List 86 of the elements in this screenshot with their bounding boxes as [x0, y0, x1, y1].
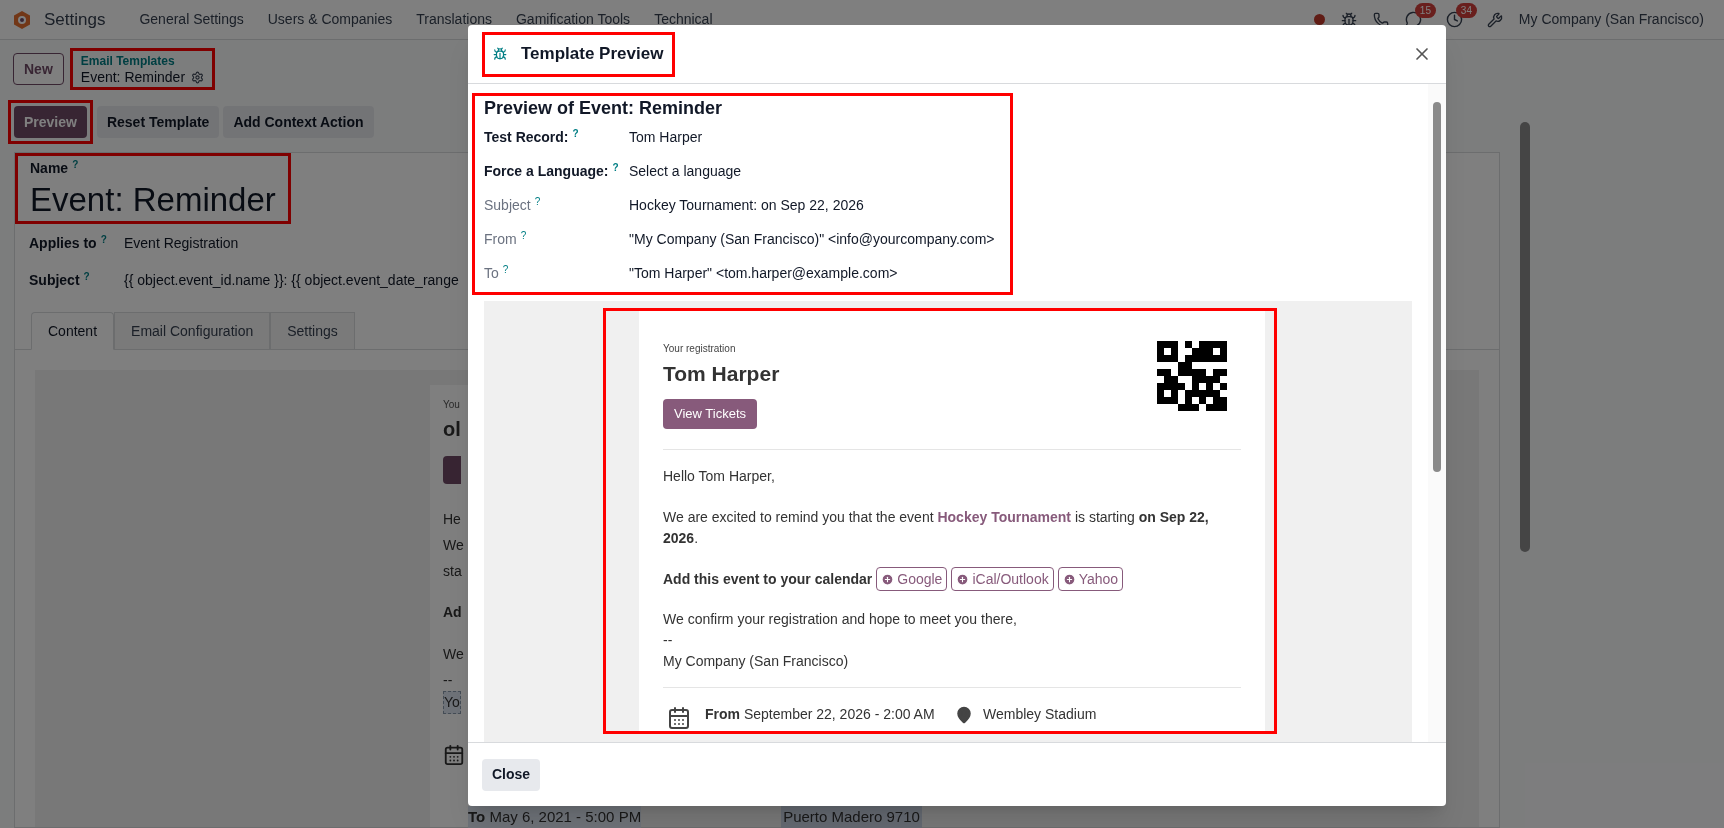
intro-paragraph: We are excited to remind you that the event Hockey Tournament is starting on Sep 22, 2026.: [663, 508, 1210, 548]
form-tab[interactable]: Email Configuration: [114, 312, 271, 350]
company-switcher[interactable]: My Company (San Francisco): [1518, 9, 1704, 30]
add-to-calendar-button[interactable]: Yahoo: [1057, 567, 1124, 591]
page-scrollbar[interactable]: [1520, 122, 1530, 552]
plus-circle-icon: [1062, 572, 1076, 586]
record-name[interactable]: Event: Reminder: [30, 179, 276, 221]
calendar-label: Add this event to your calendar: [663, 569, 873, 589]
preview-heading: Preview of Event: Reminder: [484, 97, 724, 120]
form-tab[interactable]: Settings: [270, 312, 355, 350]
new-button[interactable]: New: [13, 53, 64, 85]
breadcrumb-current: Event: Reminder: [80, 69, 186, 85]
text-fragment: Yo: [443, 691, 461, 714]
field-value: Hockey Tournament: on Sep 22, 2026: [629, 195, 864, 215]
field-label: Name $^{?}$: [30, 158, 80, 178]
app-title[interactable]: Settings: [44, 6, 106, 33]
text-fragment: He: [443, 510, 461, 529]
bug-icon: [493, 47, 507, 61]
tools-icon[interactable]: [1486, 11, 1503, 28]
event-start: From September 22, 2026 - 2:00 AM: [705, 705, 936, 724]
dialog-title: Template Preview: [521, 43, 664, 66]
closing-line: My Company (San Francisco): [663, 652, 850, 671]
event-location: Puerto Madero 9710: [781, 806, 922, 828]
text-fragment: --: [443, 671, 453, 690]
field-value[interactable]: Event Registration: [124, 233, 239, 254]
field-label: To $^{?}$: [484, 262, 510, 283]
menu-item[interactable]: General Settings: [129, 9, 254, 30]
app-logo-icon[interactable]: [12, 9, 32, 30]
field-label: Subject $^{?}$: [484, 194, 542, 215]
event-date: To May 6, 2021 - 5:00 PM: [468, 806, 642, 828]
menu-item[interactable]: Users & Companies: [257, 9, 403, 30]
text-fragment: We: [443, 536, 464, 555]
field-label: Force a Language: $^{?}$: [484, 160, 620, 181]
help-mark[interactable]: ?: [100, 234, 107, 245]
help-mark[interactable]: ?: [572, 127, 579, 139]
plus-circle-icon: [881, 572, 895, 586]
field-input[interactable]: Select a language: [629, 160, 742, 182]
field-value[interactable]: {{ object.event_id.name }}: {{ object.event_date_range: [124, 270, 459, 291]
menu-item[interactable]: Translations: [406, 9, 502, 30]
email-kicker: Your registration: [663, 342, 736, 356]
field-label: From $^{?}$: [484, 228, 528, 249]
help-mark[interactable]: ?: [502, 263, 509, 275]
field-value: "Tom Harper" <tom.harper@example.com>: [629, 263, 898, 283]
count-badge: 34: [1455, 3, 1477, 18]
bug-icon[interactable]: [1340, 11, 1357, 28]
add-to-calendar-button[interactable]: iCal/Outlook: [951, 567, 1054, 591]
phone-icon[interactable]: [1372, 11, 1389, 28]
field-label: Applies to $^{?}$: [29, 233, 108, 253]
location-pin-icon: [955, 706, 973, 724]
help-mark[interactable]: ?: [612, 161, 619, 173]
text-fragment: ol: [443, 417, 461, 442]
view-tickets-button[interactable]: View Tickets: [663, 399, 757, 429]
field-label: Test Record: $^{?}$: [484, 126, 580, 147]
count-badge: 15: [1414, 3, 1436, 18]
settings-icon[interactable]: [191, 70, 205, 84]
action-button[interactable]: Reset Template: [96, 106, 220, 138]
close-button[interactable]: Close: [482, 758, 541, 791]
clock-icon[interactable]: [1445, 11, 1463, 28]
field-value: "My Company (San Francisco)" <info@yourcompany.com>: [629, 229, 995, 249]
qr-code-icon: [1157, 341, 1227, 411]
text-fragment: Ad: [443, 603, 462, 622]
button-fragment: [443, 456, 461, 484]
event-location: Wembley Stadium: [983, 705, 1097, 724]
calendar-icon: [667, 706, 691, 730]
help-mark[interactable]: ?: [72, 159, 79, 170]
dialog-scrollbar[interactable]: [1428, 84, 1446, 742]
help-mark[interactable]: ?: [520, 229, 527, 241]
event-link[interactable]: Hockey Tournament: [937, 509, 1071, 525]
attendee-name: Tom Harper: [663, 361, 780, 387]
text-fragment: You: [443, 398, 460, 412]
action-button[interactable]: Preview: [14, 106, 87, 138]
text-fragment: We: [443, 645, 464, 664]
closing-line: We confirm your registration and hope to meet you there,: [663, 610, 1018, 629]
breadcrumb-link[interactable]: Email Templates: [80, 53, 205, 69]
plus-circle-icon: [956, 572, 970, 586]
field-input[interactable]: Tom Harper: [629, 126, 703, 148]
text-fragment: sta: [443, 562, 462, 581]
help-mark[interactable]: ?: [83, 271, 90, 282]
add-to-calendar-button[interactable]: Google: [876, 567, 948, 591]
closing-line: --: [663, 631, 674, 650]
form-tab[interactable]: Content: [31, 312, 115, 350]
calendar-icon: [443, 744, 465, 766]
greeting: Hello Tom Harper,: [663, 467, 776, 486]
action-button[interactable]: Add Context Action: [223, 106, 374, 138]
field-label: Subject $^{?}$: [29, 270, 91, 290]
help-mark[interactable]: ?: [534, 195, 541, 207]
